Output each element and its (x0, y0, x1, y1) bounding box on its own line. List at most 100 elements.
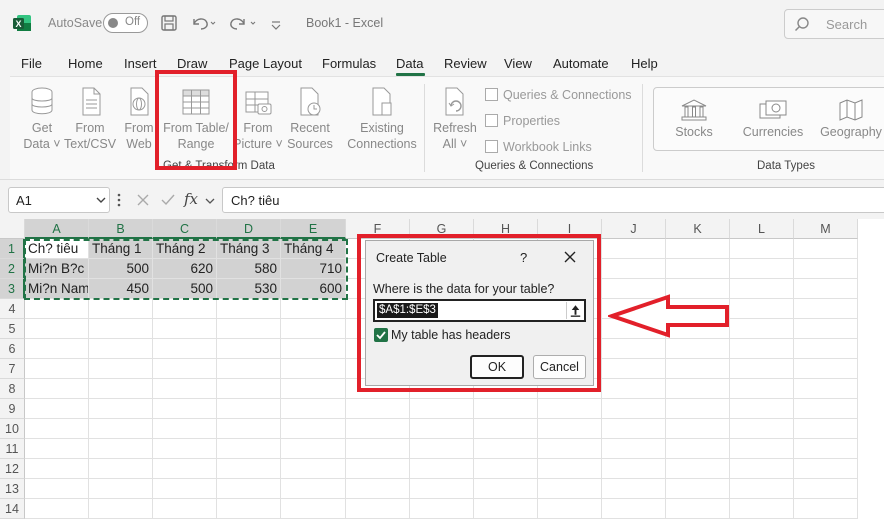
cell-l5[interactable] (730, 319, 794, 339)
cell-m4[interactable] (794, 299, 858, 319)
tab-automate[interactable]: Automate (553, 56, 609, 71)
cell-j1[interactable] (602, 239, 666, 259)
close-icon[interactable] (562, 249, 578, 265)
tab-help[interactable]: Help (631, 56, 658, 71)
row-header-7[interactable]: 7 (0, 359, 25, 379)
cell-l14[interactable] (730, 499, 794, 519)
cell-h10[interactable] (474, 419, 538, 439)
cell-d12[interactable] (217, 459, 281, 479)
cell-c14[interactable] (153, 499, 217, 519)
cell-b10[interactable] (89, 419, 153, 439)
cell-m5[interactable] (794, 319, 858, 339)
properties-button[interactable]: Properties (485, 114, 560, 128)
cell-a6[interactable] (25, 339, 89, 359)
redo-icon[interactable] (228, 13, 258, 33)
cell-b13[interactable] (89, 479, 153, 499)
has-headers-label[interactable]: My table has headers (391, 328, 511, 342)
cell-b9[interactable] (89, 399, 153, 419)
search-box[interactable]: Search (784, 9, 884, 39)
cell-d7[interactable] (217, 359, 281, 379)
cell-b7[interactable] (89, 359, 153, 379)
column-header-m[interactable]: M (794, 219, 858, 239)
cell-g13[interactable] (410, 479, 474, 499)
cell-m3[interactable] (794, 279, 858, 299)
cell-k8[interactable] (666, 379, 730, 399)
cell-d9[interactable] (217, 399, 281, 419)
cell-a7[interactable] (25, 359, 89, 379)
cell-l8[interactable] (730, 379, 794, 399)
cell-e13[interactable] (281, 479, 346, 499)
cell-h9[interactable] (474, 399, 538, 419)
autosave-toggle[interactable]: Off (103, 13, 148, 33)
geography-button[interactable]: Geography (818, 98, 884, 140)
tab-formulas[interactable]: Formulas (322, 56, 376, 71)
cell-g11[interactable] (410, 439, 474, 459)
cell-c12[interactable] (153, 459, 217, 479)
cell-m7[interactable] (794, 359, 858, 379)
select-all-corner[interactable] (0, 219, 25, 239)
cell-f9[interactable] (346, 399, 410, 419)
cell-m14[interactable] (794, 499, 858, 519)
chevron-down-icon[interactable] (204, 195, 216, 207)
cell-e7[interactable] (281, 359, 346, 379)
cell-a13[interactable] (25, 479, 89, 499)
cell-i10[interactable] (538, 419, 602, 439)
cell-e10[interactable] (281, 419, 346, 439)
cell-b12[interactable] (89, 459, 153, 479)
cell-f10[interactable] (346, 419, 410, 439)
cell-g9[interactable] (410, 399, 474, 419)
column-header-k[interactable]: K (666, 219, 730, 239)
cell-k2[interactable] (666, 259, 730, 279)
cell-d10[interactable] (217, 419, 281, 439)
row-header-9[interactable]: 9 (0, 399, 25, 419)
range-input[interactable]: $A$1:$E$3 (373, 299, 586, 322)
cell-b5[interactable] (89, 319, 153, 339)
cell-l4[interactable] (730, 299, 794, 319)
cell-a4[interactable] (25, 299, 89, 319)
cell-d13[interactable] (217, 479, 281, 499)
confirm-entry-icon[interactable] (160, 193, 176, 207)
row-header-13[interactable]: 13 (0, 479, 25, 499)
row-header-11[interactable]: 11 (0, 439, 25, 459)
cell-c6[interactable] (153, 339, 217, 359)
cell-l12[interactable] (730, 459, 794, 479)
cell-e8[interactable] (281, 379, 346, 399)
cell-j13[interactable] (602, 479, 666, 499)
cell-a14[interactable] (25, 499, 89, 519)
cancel-entry-icon[interactable] (136, 193, 150, 207)
formula-input[interactable]: Ch? tiêu (222, 187, 884, 213)
tab-draw[interactable]: Draw (177, 56, 207, 71)
tab-file[interactable]: File (21, 56, 42, 71)
cell-a5[interactable] (25, 319, 89, 339)
cell-m10[interactable] (794, 419, 858, 439)
cell-l13[interactable] (730, 479, 794, 499)
refresh-all-button[interactable]: Refresh All ˅ (433, 86, 477, 152)
cell-m12[interactable] (794, 459, 858, 479)
recent-sources-button[interactable]: Recent Sources (286, 86, 334, 152)
tab-page-layout[interactable]: Page Layout (229, 56, 302, 71)
cell-m6[interactable] (794, 339, 858, 359)
row-header-10[interactable]: 10 (0, 419, 25, 439)
cell-i12[interactable] (538, 459, 602, 479)
column-header-d[interactable]: D (217, 219, 281, 239)
row-header-2[interactable]: 2 (0, 259, 25, 279)
cell-j11[interactable] (602, 439, 666, 459)
row-header-1[interactable]: 1 (0, 239, 25, 259)
cell-k7[interactable] (666, 359, 730, 379)
cell-l7[interactable] (730, 359, 794, 379)
tab-home[interactable]: Home (68, 56, 103, 71)
cell-f14[interactable] (346, 499, 410, 519)
cell-e9[interactable] (281, 399, 346, 419)
cell-j6[interactable] (602, 339, 666, 359)
cell-j8[interactable] (602, 379, 666, 399)
has-headers-checkbox[interactable] (374, 328, 388, 342)
customize-toolbar-icon[interactable] (270, 13, 282, 33)
row-header-12[interactable]: 12 (0, 459, 25, 479)
cell-c13[interactable] (153, 479, 217, 499)
cell-b4[interactable] (89, 299, 153, 319)
tab-view[interactable]: View (504, 56, 532, 71)
help-icon[interactable]: ? (520, 250, 527, 265)
cell-i13[interactable] (538, 479, 602, 499)
cell-k10[interactable] (666, 419, 730, 439)
cell-a10[interactable] (25, 419, 89, 439)
